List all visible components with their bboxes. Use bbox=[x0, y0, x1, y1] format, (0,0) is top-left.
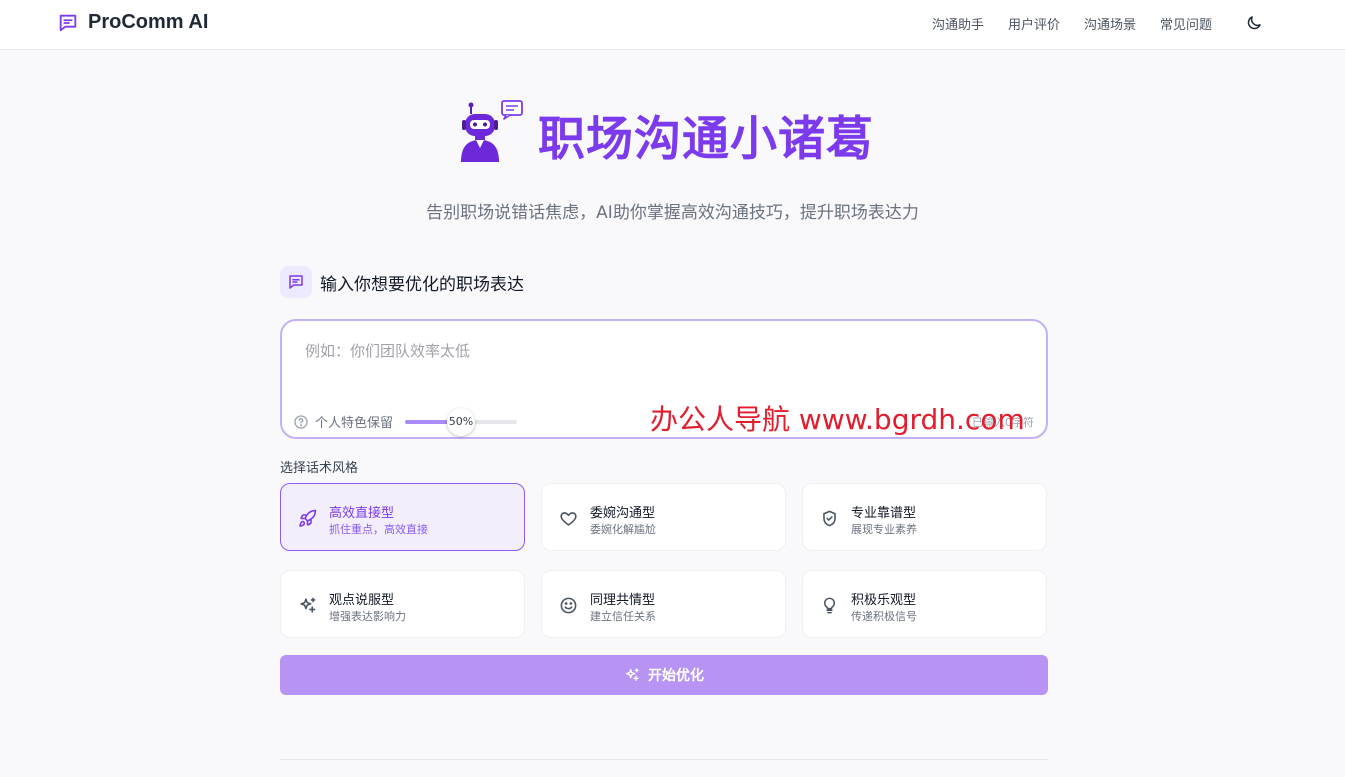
top-nav: 沟通助手 用户评价 沟通场景 常见问题 bbox=[932, 14, 1212, 33]
style-name: 委婉沟通型 bbox=[590, 506, 656, 521]
style-name: 高效直接型 bbox=[329, 506, 395, 521]
smile-icon bbox=[560, 597, 577, 614]
rocket-icon bbox=[299, 509, 317, 527]
heart-icon bbox=[560, 512, 577, 526]
retention-slider[interactable]: 50% bbox=[405, 407, 518, 436]
lightbulb-icon bbox=[823, 597, 836, 614]
style-desc: 委婉化解尴尬 bbox=[590, 523, 656, 536]
input-section-label: 输入你想要优化的职场表达 bbox=[320, 274, 524, 295]
moon-icon[interactable] bbox=[1245, 14, 1263, 32]
style-card-professional[interactable]: 专业靠谱型 展现专业素养 bbox=[802, 483, 1047, 551]
nav-item-reviews[interactable]: 用户评价 bbox=[1008, 14, 1060, 33]
style-name: 专业靠谱型 bbox=[851, 506, 917, 521]
style-card-tactful[interactable]: 委婉沟通型 委婉化解尴尬 bbox=[541, 483, 786, 551]
divider bbox=[280, 759, 1048, 760]
message-icon bbox=[280, 266, 312, 298]
style-desc: 传递积极信号 bbox=[851, 610, 917, 623]
style-desc: 增强表达影响力 bbox=[329, 610, 406, 623]
page-subtitle: 告别职场说错话焦虑，AI助你掌握高效沟通技巧，提升职场表达力 bbox=[426, 203, 919, 223]
input-section-header: 输入你想要优化的职场表达 bbox=[280, 266, 524, 298]
input-placeholder: 例如：你们团队效率太低 bbox=[305, 342, 471, 360]
retention-control: 个人特色保留 50% bbox=[293, 407, 518, 436]
style-desc: 抓住重点，高效直接 bbox=[329, 523, 428, 536]
retention-label: 个人特色保留 bbox=[315, 416, 394, 431]
start-optimize-label: 开始优化 bbox=[648, 668, 704, 684]
styles-label: 选择话术风格 bbox=[280, 461, 359, 476]
style-desc: 建立信任关系 bbox=[590, 610, 656, 623]
sparkles-icon bbox=[300, 597, 316, 613]
style-card-optimistic[interactable]: 积极乐观型 传递积极信号 bbox=[802, 570, 1047, 638]
help-circle-icon[interactable] bbox=[293, 414, 309, 430]
top-header: ProComm AI 沟通助手 用户评价 沟通场景 常见问题 bbox=[0, 0, 1345, 50]
sparkles-icon bbox=[626, 668, 639, 681]
chat-logo-icon bbox=[59, 14, 77, 31]
nav-item-faq[interactable]: 常见问题 bbox=[1160, 14, 1212, 33]
style-desc: 展现专业素养 bbox=[851, 523, 917, 536]
slider-thumb[interactable]: 50% bbox=[447, 407, 476, 436]
brand[interactable]: ProComm AI bbox=[57, 11, 208, 34]
style-name: 积极乐观型 bbox=[851, 593, 917, 608]
style-name: 同理共情型 bbox=[590, 593, 656, 608]
robot-icon bbox=[461, 100, 523, 162]
nav-item-assistant[interactable]: 沟通助手 bbox=[932, 14, 984, 33]
style-card-efficient[interactable]: 高效直接型 抓住重点，高效直接 bbox=[280, 483, 525, 551]
style-card-persuasive[interactable]: 观点说服型 增强表达影响力 bbox=[280, 570, 525, 638]
style-name: 观点说服型 bbox=[329, 593, 395, 608]
shield-icon bbox=[823, 510, 836, 527]
page-title: 职场沟通小诸葛 bbox=[538, 112, 874, 167]
start-optimize-button[interactable]: 开始优化 bbox=[280, 655, 1048, 695]
nav-item-scenarios[interactable]: 沟通场景 bbox=[1084, 14, 1136, 33]
brand-name: ProComm AI bbox=[88, 11, 209, 33]
style-card-empathetic[interactable]: 同理共情型 建立信任关系 bbox=[541, 570, 786, 638]
watermark-text: 办公人导航 www.bgrdh.com bbox=[650, 403, 1025, 436]
